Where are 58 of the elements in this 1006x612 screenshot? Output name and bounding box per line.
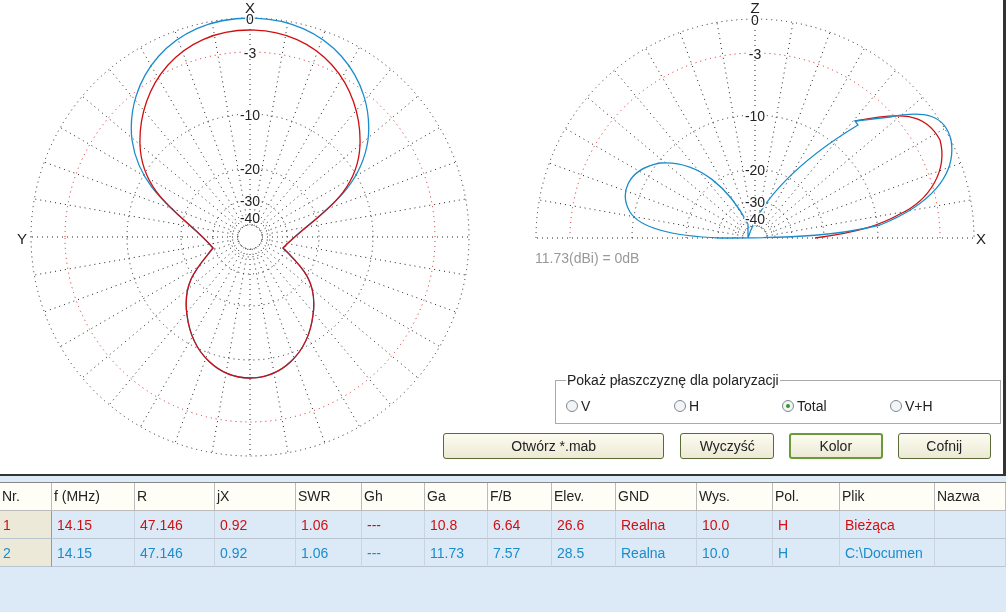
column-header: R bbox=[135, 483, 215, 511]
column-header: Nr. bbox=[0, 483, 52, 511]
column-header: jX bbox=[215, 483, 296, 511]
radio-option[interactable]: V bbox=[566, 398, 674, 414]
radio-button[interactable] bbox=[566, 400, 578, 412]
column-header: Nazwa bbox=[935, 483, 1006, 511]
table-cell: 11.73 bbox=[425, 539, 488, 567]
ring-label: -3 bbox=[748, 46, 762, 62]
table-cell: C:\Documen bbox=[840, 539, 935, 567]
table-cell: H bbox=[773, 539, 840, 567]
table-cell: 14.15 bbox=[52, 539, 135, 567]
table-cell: 1 bbox=[0, 511, 52, 539]
radio-button[interactable] bbox=[674, 400, 686, 412]
column-header: Gh bbox=[362, 483, 425, 511]
table-row[interactable]: 1 14.15 47.146 0.92 1.06 --- 10.8 6.64 26.6 Realna 10.0 H Bieżąca bbox=[0, 511, 1006, 539]
radio-button[interactable] bbox=[890, 400, 902, 412]
ring-label: -30 bbox=[744, 194, 766, 210]
action-button[interactable]: Kolor bbox=[788, 433, 883, 459]
ring-label: -30 bbox=[239, 193, 261, 209]
column-header: GND bbox=[616, 483, 697, 511]
radio-label: H bbox=[689, 398, 700, 414]
table-cell: 10.0 bbox=[697, 539, 773, 567]
radio-label: V bbox=[581, 398, 591, 414]
table-cell: 28.5 bbox=[552, 539, 616, 567]
column-header: F/B bbox=[488, 483, 552, 511]
ring-label: -10 bbox=[744, 108, 766, 124]
radio-button[interactable] bbox=[782, 400, 794, 412]
action-button[interactable]: Wyczyść bbox=[680, 433, 774, 459]
axis-label: X bbox=[976, 230, 986, 247]
radio-option[interactable]: V+H bbox=[890, 398, 990, 414]
column-header: Plik bbox=[840, 483, 935, 511]
table-cell: 7.57 bbox=[488, 539, 552, 567]
ring-label: -20 bbox=[239, 161, 261, 177]
ring-label: -10 bbox=[239, 107, 261, 123]
axis-label: Y bbox=[17, 230, 27, 247]
group-title: Pokaż płaszczyznę dla polaryzacji bbox=[566, 372, 780, 388]
radio-option[interactable]: Total bbox=[782, 398, 890, 414]
ring-label: -3 bbox=[243, 45, 257, 61]
table-cell: 1.06 bbox=[296, 539, 362, 567]
action-button[interactable]: Otwórz *.mab bbox=[443, 433, 665, 459]
action-button[interactable]: Cofnij bbox=[897, 433, 991, 459]
column-header: Pol. bbox=[773, 483, 840, 511]
column-header: SWR bbox=[296, 483, 362, 511]
radio-label: V+H bbox=[905, 398, 933, 414]
ring-label: -40 bbox=[239, 210, 261, 226]
table-cell: Realna bbox=[616, 539, 697, 567]
radio-option[interactable]: H bbox=[674, 398, 782, 414]
column-header: f (MHz) bbox=[52, 483, 135, 511]
column-header: Ga bbox=[425, 483, 488, 511]
gain-note: 11.73(dBi) = 0dB bbox=[535, 250, 640, 266]
column-header: Elev. bbox=[552, 483, 616, 511]
column-header: Wys. bbox=[697, 483, 773, 511]
ring-label: -20 bbox=[744, 162, 766, 178]
table-cell: 47.146 bbox=[135, 539, 215, 567]
radio-label: Total bbox=[797, 398, 827, 414]
table-cell: --- bbox=[362, 539, 425, 567]
table-cell: 0.92 bbox=[215, 539, 296, 567]
table-cell: 2 bbox=[0, 539, 52, 567]
